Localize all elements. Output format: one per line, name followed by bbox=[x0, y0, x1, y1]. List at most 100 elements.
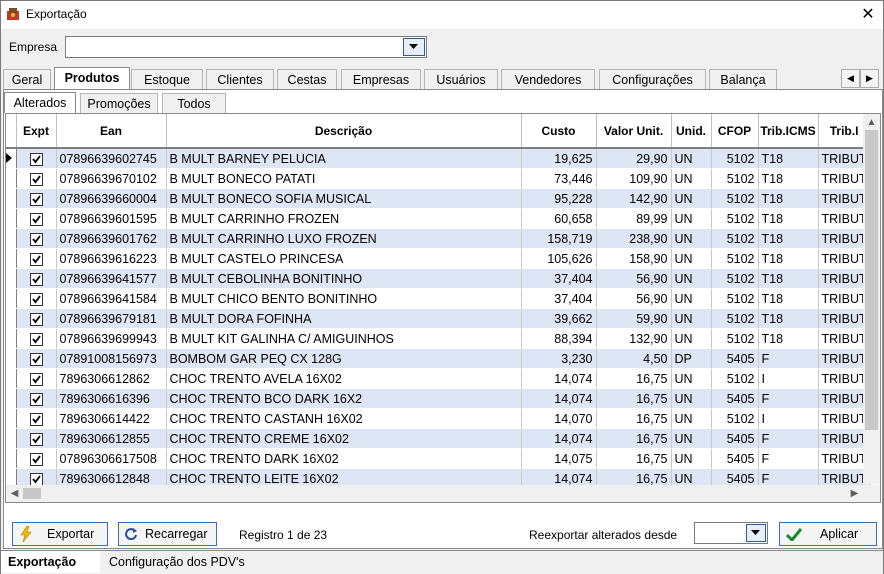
tab-geral[interactable]: Geral bbox=[3, 69, 51, 90]
table-row[interactable]: 07896639641577 B MULT CEBOLINHA BONITINHO… bbox=[6, 268, 871, 289]
expt-checkbox[interactable] bbox=[29, 252, 43, 266]
table-row[interactable]: 07896639601595 B MULT CARRINHO FROZEN 60,6… bbox=[6, 208, 871, 229]
date-dropdown-button[interactable] bbox=[746, 524, 766, 542]
expt-checkbox[interactable] bbox=[29, 332, 43, 346]
aplicar-button[interactable]: Aplicar bbox=[779, 522, 877, 546]
table-row[interactable]: 07896639670102 B MULT BONECO PATATI 73,446… bbox=[6, 168, 871, 189]
tab-balanca[interactable]: Balança bbox=[709, 69, 777, 90]
header-custo[interactable]: Custo bbox=[521, 114, 597, 149]
row-indicator[interactable] bbox=[6, 448, 17, 469]
table-row[interactable]: 07896639679181 B MULT DORA FOFINHA 39,662 5… bbox=[6, 308, 871, 329]
row-indicator[interactable] bbox=[6, 228, 17, 249]
export-window: Exportação ✕ Empresa Geral Produtos Esto… bbox=[0, 0, 884, 574]
row-indicator[interactable] bbox=[6, 348, 17, 369]
expt-checkbox[interactable] bbox=[29, 272, 43, 286]
table-row[interactable]: 7896306614422 CHOC TRENTO CASTANH 16X02 14… bbox=[6, 408, 871, 429]
vertical-scroll-thumb[interactable] bbox=[865, 130, 878, 430]
cell-expt bbox=[16, 448, 57, 469]
row-indicator[interactable] bbox=[6, 368, 17, 389]
expt-checkbox[interactable] bbox=[29, 152, 43, 166]
expt-checkbox[interactable] bbox=[29, 212, 43, 226]
bottom-tab-exportacao[interactable]: Exportação bbox=[1, 551, 100, 573]
header-trib-icms[interactable]: Trib.ICMS bbox=[758, 114, 819, 149]
cell-unid: UN bbox=[671, 388, 712, 409]
row-indicator[interactable] bbox=[6, 288, 17, 309]
table-row[interactable]: 7896306612855 CHOC TRENTO CREME 16X02 14,0… bbox=[6, 428, 871, 449]
tab-clientes[interactable]: Clientes bbox=[206, 69, 274, 90]
header-ean[interactable]: Ean bbox=[56, 114, 167, 149]
subtab-todos[interactable]: Todos bbox=[162, 93, 226, 114]
row-indicator[interactable] bbox=[6, 328, 17, 349]
expt-checkbox[interactable] bbox=[29, 372, 43, 386]
row-indicator[interactable] bbox=[6, 408, 17, 429]
table-row[interactable]: 07896639641584 B MULT CHICO BENTO BONITIN… bbox=[6, 288, 871, 309]
scroll-left-icon[interactable]: ◀ bbox=[6, 485, 23, 502]
row-indicator[interactable] bbox=[6, 168, 17, 189]
horizontal-scroll-thumb[interactable] bbox=[23, 488, 41, 499]
tab-produtos[interactable]: Produtos bbox=[54, 67, 130, 90]
row-indicator[interactable] bbox=[6, 188, 17, 209]
expt-checkbox[interactable] bbox=[29, 432, 43, 446]
bottom-tab-config-pdvs[interactable]: Configuração dos PDV's bbox=[109, 551, 245, 573]
tab-empresas[interactable]: Empresas bbox=[341, 69, 421, 90]
recarregar-button[interactable]: Recarregar bbox=[118, 522, 217, 546]
row-indicator[interactable] bbox=[6, 248, 17, 269]
tab-usuarios[interactable]: Usuários bbox=[424, 69, 498, 90]
tab-scroll-left-icon[interactable]: ◀ bbox=[841, 69, 860, 88]
table-row[interactable]: 07891008156973 BOMBOM GAR PEQ CX 128G 3,23… bbox=[6, 348, 871, 369]
row-indicator[interactable] bbox=[6, 428, 17, 449]
empresa-dropdown-button[interactable] bbox=[403, 38, 425, 56]
vertical-scrollbar[interactable]: ▲ bbox=[863, 114, 880, 484]
subtab-alterados[interactable]: Alterados bbox=[4, 92, 76, 113]
cell-trib-icms: T18 bbox=[758, 268, 819, 289]
expt-checkbox[interactable] bbox=[29, 232, 43, 246]
scroll-right-icon[interactable]: ▶ bbox=[846, 485, 863, 502]
table-row[interactable]: 07896639601762 B MULT CARRINHO LUXO FROZE… bbox=[6, 228, 871, 249]
tab-estoque[interactable]: Estoque bbox=[131, 69, 203, 90]
cell-ean: 07896639660004 bbox=[56, 188, 167, 209]
table-row[interactable]: 07896639699943 B MULT KIT GALINHA C/ AMIG… bbox=[6, 328, 871, 349]
tab-configuracoes[interactable]: Configurações bbox=[599, 69, 706, 90]
header-expt[interactable]: Expt bbox=[16, 114, 57, 149]
tab-vendedores[interactable]: Vendedores bbox=[501, 69, 595, 90]
expt-checkbox[interactable] bbox=[29, 452, 43, 466]
row-indicator[interactable] bbox=[6, 148, 17, 169]
expt-checkbox[interactable] bbox=[29, 412, 43, 426]
subtab-promocoes[interactable]: Promoções bbox=[80, 93, 158, 114]
close-icon[interactable]: ✕ bbox=[853, 1, 883, 29]
row-indicator[interactable] bbox=[6, 268, 17, 289]
exportar-button[interactable]: Exportar bbox=[12, 522, 108, 546]
cell-ean: 7896306612855 bbox=[56, 428, 167, 449]
header-unid[interactable]: Unid. bbox=[671, 114, 712, 149]
expt-checkbox[interactable] bbox=[29, 192, 43, 206]
table-row[interactable]: 7896306612862 CHOC TRENTO AVELA 16X02 14,0… bbox=[6, 368, 871, 389]
scroll-up-icon[interactable]: ▲ bbox=[863, 114, 880, 131]
cell-valor-unit: 29,90 bbox=[596, 148, 672, 169]
tab-scroll-right-icon[interactable]: ▶ bbox=[860, 69, 879, 88]
row-indicator[interactable] bbox=[6, 308, 17, 329]
row-indicator[interactable] bbox=[6, 208, 17, 229]
table-row[interactable]: 07896639616223 B MULT CASTELO PRINCESA 105… bbox=[6, 248, 871, 269]
expt-checkbox[interactable] bbox=[29, 312, 43, 326]
table-row[interactable]: 07896639660004 B MULT BONECO SOFIA MUSICA… bbox=[6, 188, 871, 209]
tab-cestas[interactable]: Cestas bbox=[277, 69, 337, 90]
cell-unid: UN bbox=[671, 208, 712, 229]
table-row[interactable]: 07896306617508 CHOC TRENTO DARK 16X02 14,0… bbox=[6, 448, 871, 469]
expt-checkbox[interactable] bbox=[29, 292, 43, 306]
expt-checkbox[interactable] bbox=[29, 472, 43, 486]
header-valor-unit[interactable]: Valor Unit. bbox=[596, 114, 672, 149]
cell-unid: DP bbox=[671, 348, 712, 369]
table-row[interactable]: 7896306616396 CHOC TRENTO BCO DARK 16X2 14… bbox=[6, 388, 871, 409]
expt-checkbox[interactable] bbox=[29, 392, 43, 406]
expt-checkbox[interactable] bbox=[29, 352, 43, 366]
expt-checkbox[interactable] bbox=[29, 172, 43, 186]
table-row[interactable]: 07896639602745 B MULT BARNEY PELUCIA 19,62… bbox=[6, 148, 871, 169]
grid-body: 07896639602745 B MULT BARNEY PELUCIA 19,62… bbox=[6, 148, 871, 489]
header-cfop[interactable]: CFOP bbox=[711, 114, 759, 149]
header-descricao[interactable]: Descrição bbox=[166, 114, 522, 149]
row-indicator[interactable] bbox=[6, 388, 17, 409]
horizontal-scrollbar[interactable]: ◀ ▶ bbox=[6, 485, 880, 502]
reexportar-date-combo[interactable] bbox=[694, 522, 768, 544]
empresa-combo[interactable] bbox=[65, 36, 427, 58]
cell-descricao: B MULT DORA FOFINHA bbox=[166, 308, 522, 329]
